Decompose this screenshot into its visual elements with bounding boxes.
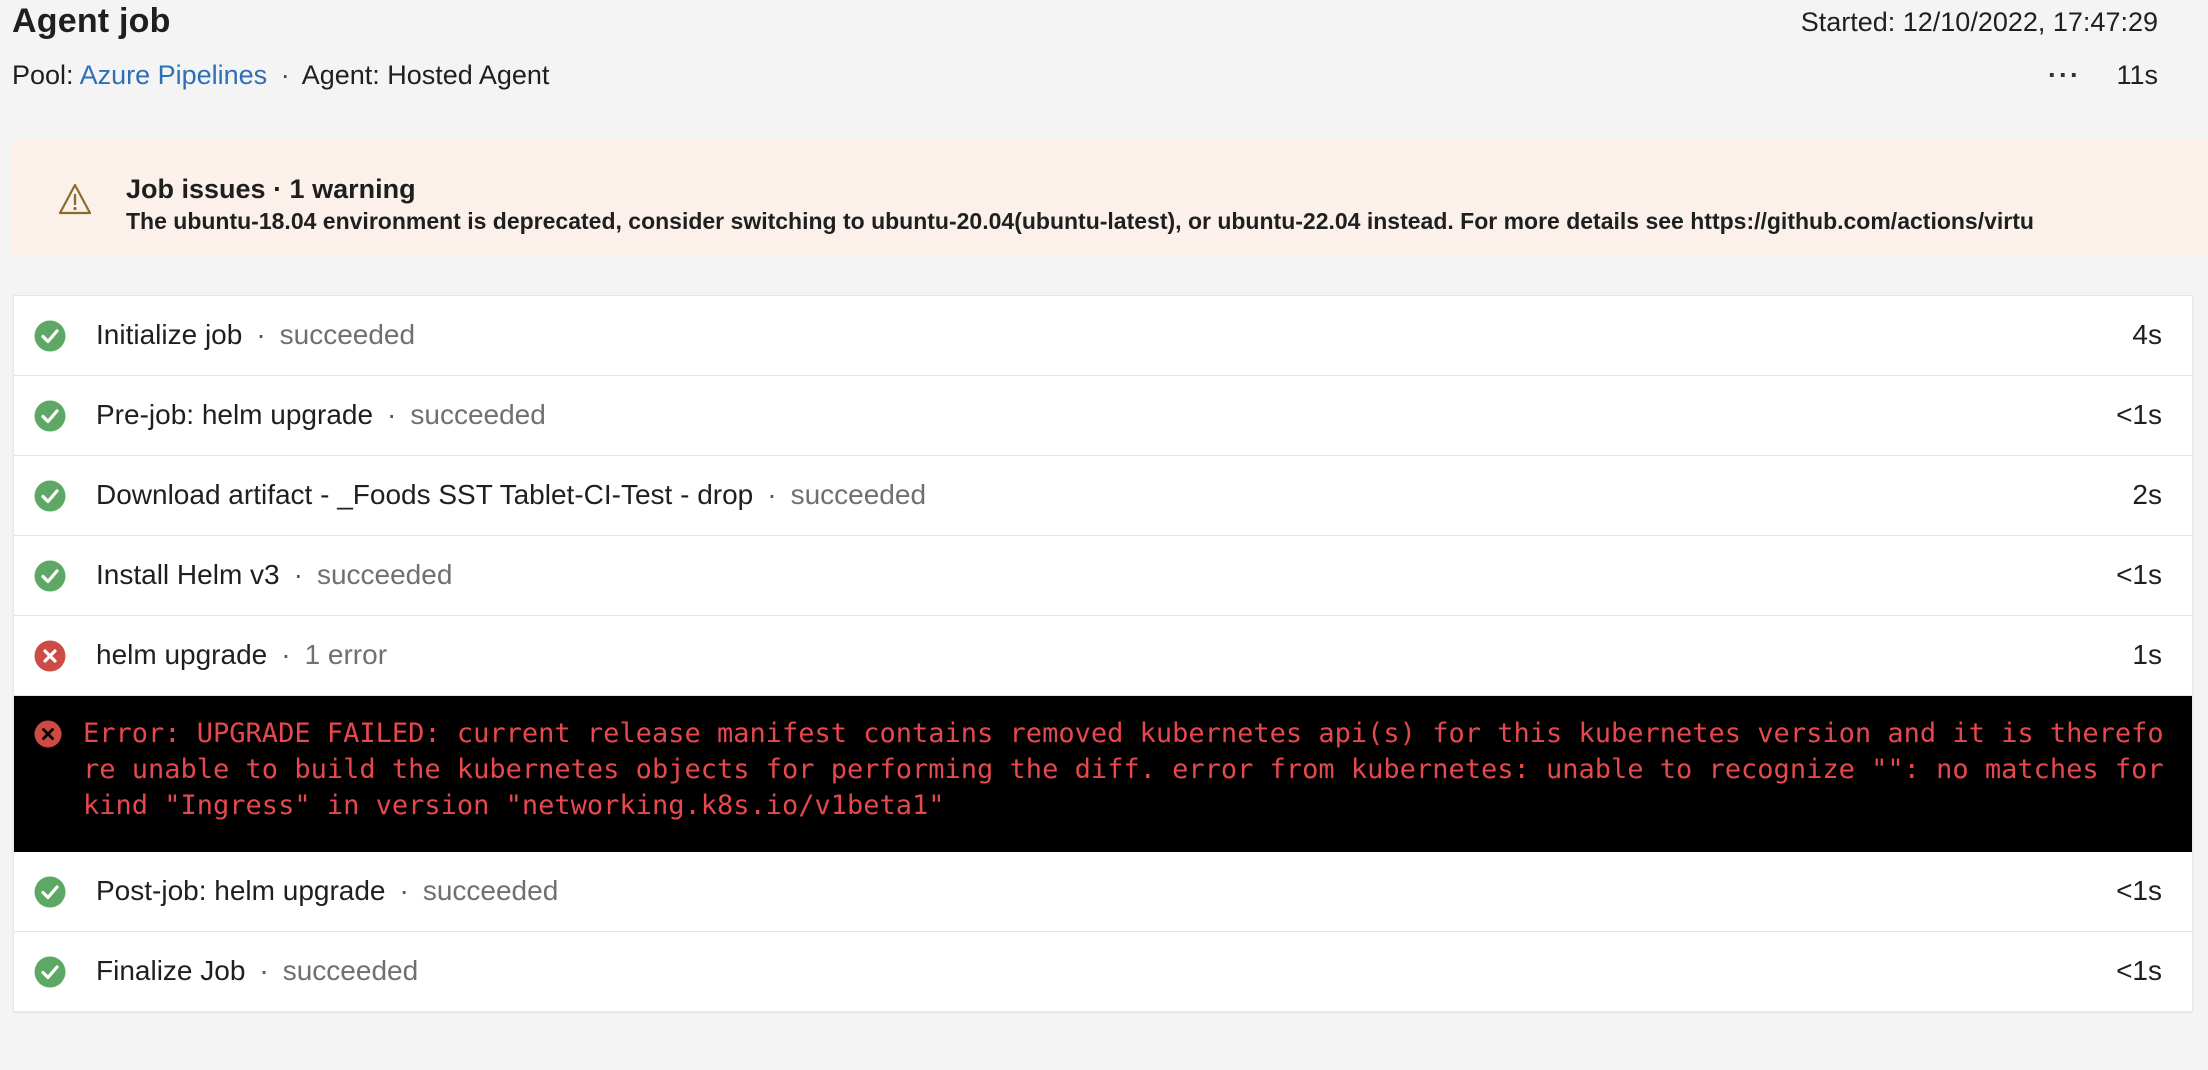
step-status: succeeded <box>422 875 559 906</box>
step-duration: <1s <box>2116 955 2162 986</box>
step-separator: · <box>259 955 269 986</box>
step-row[interactable]: Finalize Job · succeeded <1s <box>14 932 2192 1011</box>
step-status: succeeded <box>316 559 453 590</box>
error-icon <box>34 720 62 748</box>
step-status: succeeded <box>410 399 546 430</box>
step-separator: · <box>399 875 409 906</box>
step-label: Finalize Job · succeeded <box>96 952 418 990</box>
agent-job-page: Agent job Started: 12/10/2022, 17:47:29 … <box>0 0 2208 1070</box>
issues-title: Job issues · 1 warning <box>126 174 416 204</box>
step-duration: <1s <box>2116 875 2162 906</box>
pool-link[interactable]: Azure Pipelines <box>80 60 268 90</box>
step-duration: 2s <box>2132 479 2162 510</box>
step-status: succeeded <box>279 319 416 350</box>
step-duration: <1s <box>2116 399 2162 430</box>
error-message: Error: UPGRADE FAILED: current release m… <box>83 718 2180 821</box>
step-label: Post-job: helm upgrade · succeeded <box>96 872 558 910</box>
step-label: helm upgrade · 1 error <box>96 636 387 674</box>
step-name: Download artifact - _Foods SST Tablet-CI… <box>96 479 754 510</box>
error-log-block: Error: UPGRADE FAILED: current release m… <box>14 696 2192 852</box>
step-label: Install Helm v3 · succeeded <box>96 556 452 594</box>
step-row[interactable]: Download artifact - _Foods SST Tablet-CI… <box>14 456 2192 536</box>
step-status: 1 error <box>304 639 388 670</box>
step-label: Initialize job · succeeded <box>96 316 415 354</box>
step-separator: · <box>281 639 291 670</box>
warning-icon <box>58 183 92 215</box>
step-name: Post-job: helm upgrade <box>96 875 386 906</box>
success-check-icon <box>34 956 66 988</box>
step-name: Initialize job <box>96 319 243 350</box>
agent-label: Agent: Hosted Agent <box>301 60 550 90</box>
success-check-icon <box>34 480 66 512</box>
step-label: Pre-job: helm upgrade · succeeded <box>96 396 546 434</box>
pool-label: Pool: <box>12 60 74 90</box>
step-name: Install Helm v3 <box>96 559 280 590</box>
step-duration: 4s <box>2132 319 2162 350</box>
step-row[interactable]: helm upgrade · 1 error 1s <box>14 616 2192 696</box>
issues-message: The ubuntu-18.04 environment is deprecat… <box>126 208 2034 234</box>
step-row[interactable]: Initialize job · succeeded 4s <box>14 296 2192 376</box>
header-tools: ··· 11s <box>2048 56 2158 94</box>
step-name: helm upgrade <box>96 639 268 670</box>
step-status: succeeded <box>282 955 419 986</box>
step-duration: <1s <box>2116 559 2162 590</box>
page-title: Agent job <box>12 2 171 40</box>
more-options-button[interactable]: ··· <box>2048 56 2081 94</box>
step-separator: · <box>256 319 266 350</box>
step-status: succeeded <box>790 479 927 510</box>
step-separator: · <box>387 399 397 430</box>
success-check-icon <box>34 560 66 592</box>
job-info-line: Pool: Azure Pipelines · Agent: Hosted Ag… <box>12 56 549 94</box>
success-check-icon <box>34 876 66 908</box>
step-name: Finalize Job <box>96 955 246 986</box>
step-duration: 1s <box>2132 639 2162 670</box>
step-row[interactable]: Install Helm v3 · succeeded <1s <box>14 536 2192 616</box>
step-name: Pre-job: helm upgrade <box>96 399 374 430</box>
error-x-icon <box>34 640 66 672</box>
job-issues-banner: Job issues · 1 warning The ubuntu-18.04 … <box>12 140 2208 256</box>
step-separator: · <box>293 559 303 590</box>
step-row[interactable]: Pre-job: helm upgrade · succeeded <1s <box>14 376 2192 456</box>
started-time: Started: 12/10/2022, 17:47:29 <box>1800 7 2158 37</box>
success-check-icon <box>34 400 66 432</box>
step-label: Download artifact - _Foods SST Tablet-CI… <box>96 476 926 514</box>
info-separator: · <box>280 60 290 90</box>
step-separator: · <box>767 479 777 510</box>
success-check-icon <box>34 320 66 352</box>
job-duration: 11s <box>2116 60 2158 90</box>
step-row[interactable]: Post-job: helm upgrade · succeeded <1s <box>14 852 2192 932</box>
job-steps-list: Initialize job · succeeded 4s Pre-job: helm … <box>13 295 2193 1012</box>
